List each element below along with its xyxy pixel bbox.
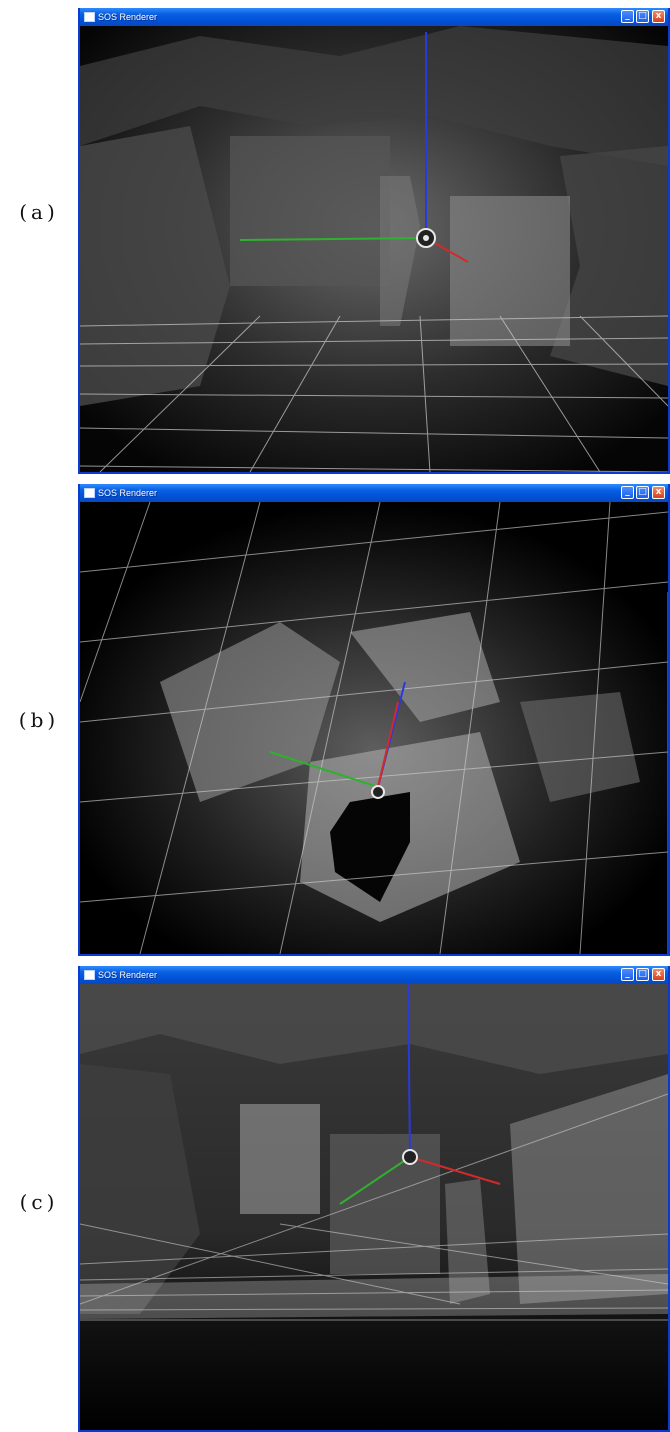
window-titlebar[interactable]: SOS Renderer _ □ x: [80, 484, 668, 502]
panel-label-c: (c): [19, 1190, 59, 1214]
panel-label-b: (b): [18, 708, 60, 732]
maximize-icon[interactable]: □: [636, 486, 649, 499]
maximize-icon[interactable]: □: [636, 968, 649, 981]
origin-marker-icon: [371, 785, 385, 799]
point-cloud-viewport[interactable]: [80, 502, 668, 954]
window-icon: [84, 970, 95, 980]
minimize-icon[interactable]: _: [621, 968, 634, 981]
window-title: SOS Renderer: [98, 970, 158, 980]
point-cloud-viewport[interactable]: [80, 984, 668, 1430]
origin-marker-icon: [402, 1149, 418, 1165]
point-cloud-viewport[interactable]: [80, 26, 668, 472]
window-titlebar[interactable]: SOS Renderer _ □ x: [80, 966, 668, 984]
minimize-icon[interactable]: _: [621, 10, 634, 23]
window-icon: [84, 488, 95, 498]
maximize-icon[interactable]: □: [636, 10, 649, 23]
window-title: SOS Renderer: [98, 488, 158, 498]
close-icon[interactable]: x: [652, 486, 665, 499]
window-icon: [84, 12, 95, 22]
window-title: SOS Renderer: [98, 12, 158, 22]
renderer-window-a[interactable]: SOS Renderer _ □ x: [78, 8, 670, 474]
renderer-window-b[interactable]: SOS Renderer _ □ x: [78, 484, 670, 956]
panel-label-a: (a): [19, 200, 59, 224]
close-icon[interactable]: x: [652, 968, 665, 981]
renderer-window-c[interactable]: SOS Renderer _ □ x: [78, 966, 670, 1432]
minimize-icon[interactable]: _: [621, 486, 634, 499]
window-titlebar[interactable]: SOS Renderer _ □ x: [80, 8, 668, 26]
close-icon[interactable]: x: [652, 10, 665, 23]
